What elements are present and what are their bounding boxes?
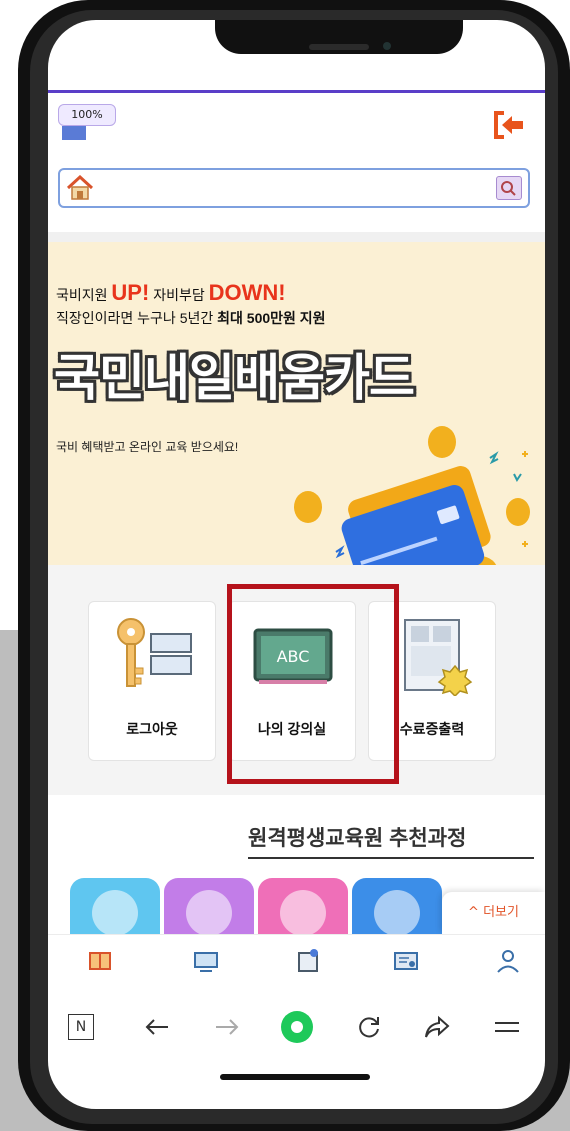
highlight-frame	[227, 584, 399, 784]
building-icon	[280, 890, 326, 936]
puzzle-icon[interactable]	[294, 947, 322, 975]
certificate-icon	[404, 619, 473, 696]
home-icon[interactable]	[66, 175, 94, 201]
promo-banner[interactable]: 국비지원 UP! 자비부담 DOWN! 직장인이라면 누구나 5년간 최대 50…	[48, 242, 545, 565]
recommend-underline	[248, 857, 534, 859]
naver-icon[interactable]: N	[68, 1014, 94, 1040]
share-icon[interactable]	[422, 1012, 452, 1042]
search-button[interactable]	[496, 176, 522, 200]
key-icon	[117, 618, 192, 687]
menu-icon[interactable]	[492, 1012, 522, 1042]
forward-arrow-icon[interactable]	[212, 1012, 242, 1042]
certificate-list-icon[interactable]	[392, 947, 420, 975]
office-worker-icon	[186, 890, 232, 936]
home-indicator[interactable]	[220, 1074, 370, 1080]
phone-frame: 100% 국비지원 UP! 자비부담 DOWN! 직장인이라면 누구나 5년간 …	[18, 0, 570, 1131]
back-arrow-icon[interactable]	[142, 1012, 172, 1042]
search-icon	[501, 181, 516, 196]
scales-icon	[92, 890, 138, 936]
more-button[interactable]: ^ 더보기	[442, 892, 545, 934]
logout-icon[interactable]	[492, 110, 526, 140]
logout-card[interactable]: 로그아웃	[88, 601, 216, 761]
search-bar[interactable]	[58, 168, 530, 208]
recommend-title: 원격평생교육원 추천과정	[248, 827, 467, 850]
phone-screen: 100% 국비지원 UP! 자비부담 DOWN! 직장인이라면 누구나 5년간 …	[48, 20, 545, 1109]
zoom-indicator	[62, 126, 86, 140]
page: 100% 국비지원 UP! 자비부담 DOWN! 직장인이라면 누구나 5년간 …	[0, 0, 570, 1131]
presentation-icon	[374, 890, 420, 936]
section-divider	[48, 232, 545, 242]
reload-icon[interactable]	[354, 1012, 384, 1042]
monitor-icon[interactable]	[192, 947, 220, 975]
credit-card-icon	[341, 466, 491, 565]
browser-toolbar: N	[48, 1000, 545, 1056]
notch	[215, 20, 463, 54]
top-divider	[48, 90, 545, 93]
camera	[383, 42, 391, 50]
person-icon[interactable]	[494, 947, 522, 975]
zoom-badge[interactable]: 100%	[58, 104, 116, 126]
home-circle-icon[interactable]	[280, 1010, 314, 1044]
book-icon[interactable]	[86, 947, 114, 975]
card-illustration	[294, 426, 530, 565]
logout-label: 로그아웃	[126, 721, 178, 737]
speaker	[309, 44, 369, 50]
app-bottom-nav	[48, 934, 545, 1000]
